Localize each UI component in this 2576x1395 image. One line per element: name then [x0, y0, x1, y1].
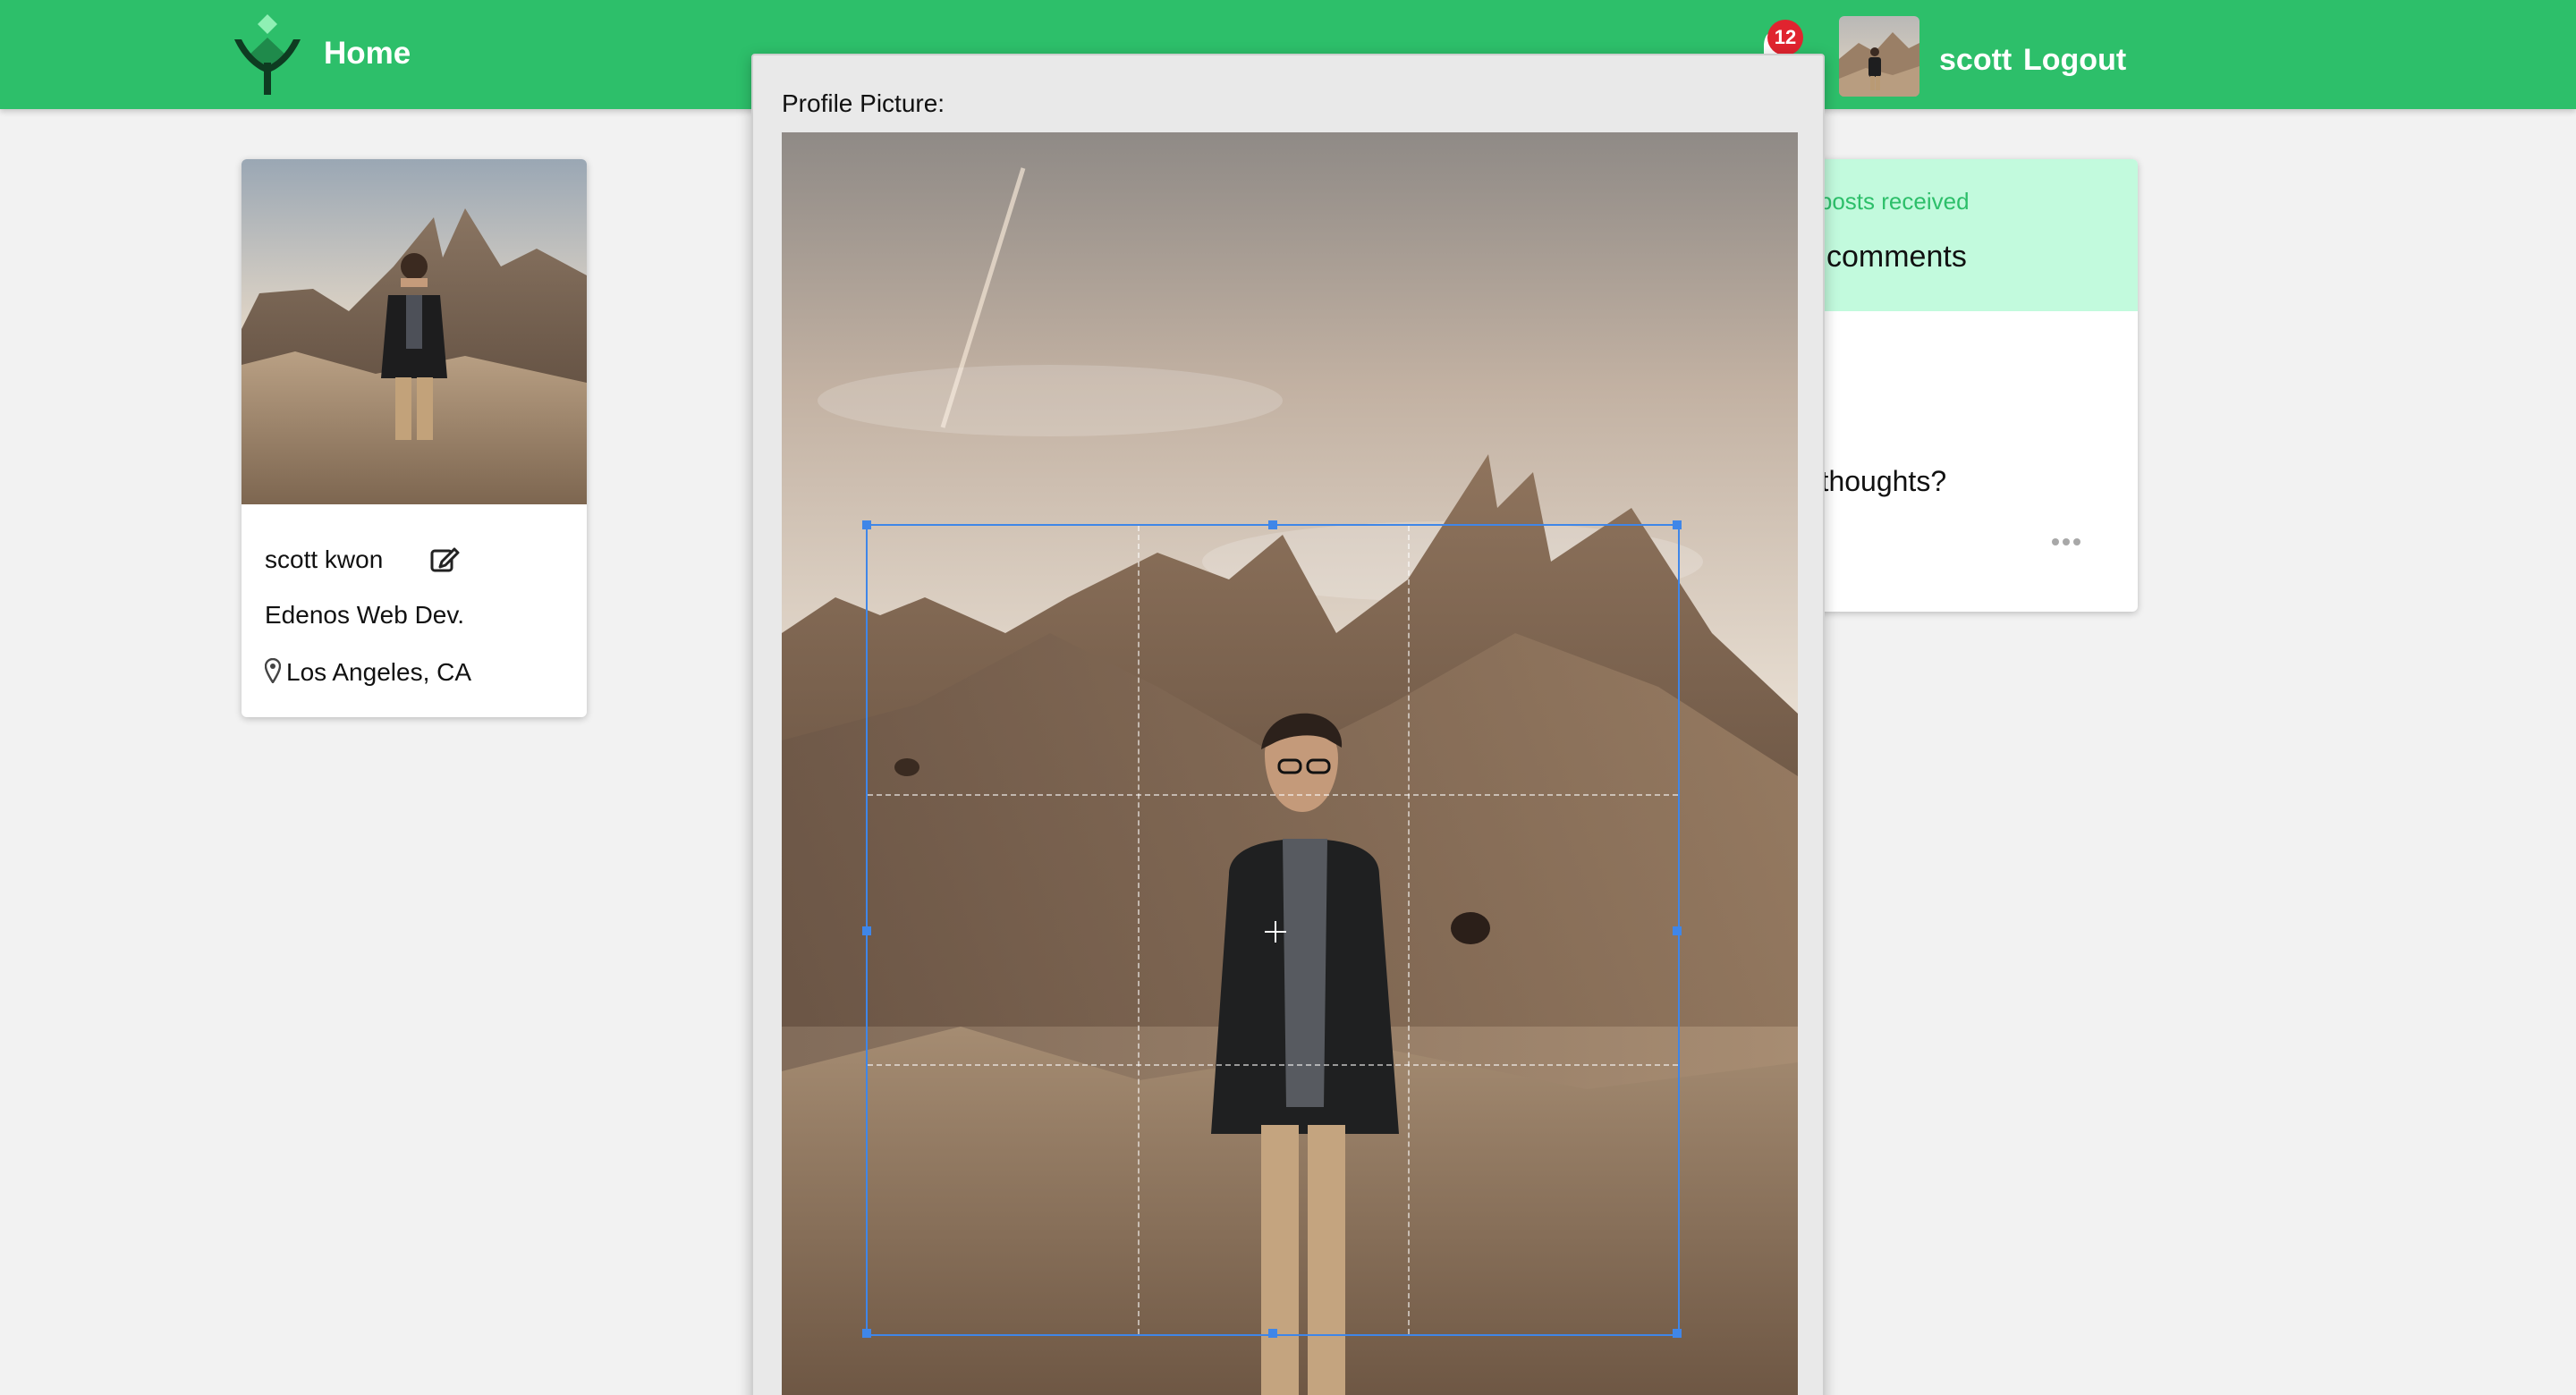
nav-username[interactable]: scott: [1939, 43, 2012, 78]
logo-icon[interactable]: [231, 13, 304, 97]
stats-value: comments: [1826, 240, 1967, 274]
avatar[interactable]: [1839, 16, 1919, 97]
logout-link[interactable]: Logout: [2023, 43, 2126, 78]
map-pin-icon: [265, 658, 281, 683]
profile-picture-modal: Profile Picture:: [751, 54, 1825, 1395]
profile-name: scott kwon: [265, 545, 384, 573]
profile-company: Edenos Web Dev.: [265, 601, 465, 629]
modal-title: Profile Picture:: [782, 89, 945, 117]
stats-card: r posts received comments r thoughts?: [1771, 159, 2138, 612]
notification-badge: 12: [1767, 20, 1803, 55]
profile-location: Los Angeles, CA: [286, 658, 472, 686]
image-crop-area[interactable]: [782, 132, 1798, 1395]
grid-line: [1138, 526, 1140, 1334]
edit-icon[interactable]: [429, 544, 460, 574]
grid-line: [868, 1064, 1678, 1066]
grid-line: [1408, 526, 1410, 1334]
crop-handle-n[interactable]: [1268, 520, 1277, 529]
crop-handle-se[interactable]: [1673, 1329, 1682, 1338]
crosshair-icon: [1265, 921, 1286, 943]
more-icon[interactable]: [2050, 537, 2082, 547]
crop-handle-s[interactable]: [1268, 1329, 1277, 1338]
profile-card: scott kwon Edenos Web Dev. Los Angeles, …: [242, 159, 587, 717]
post-prompt[interactable]: r thoughts?: [1803, 465, 1946, 498]
crop-handle-ne[interactable]: [1673, 520, 1682, 529]
crop-handle-w[interactable]: [862, 926, 871, 935]
stats-caption: r posts received: [1805, 188, 1970, 215]
crop-handle-sw[interactable]: [862, 1329, 871, 1338]
home-link[interactable]: Home: [324, 36, 411, 72]
crop-handle-nw[interactable]: [862, 520, 871, 529]
stats-header: r posts received comments: [1771, 159, 2138, 311]
grid-line: [868, 794, 1678, 796]
profile-photo[interactable]: [242, 159, 587, 504]
crop-selection-box[interactable]: [862, 520, 1682, 1338]
crop-handle-e[interactable]: [1673, 926, 1682, 935]
